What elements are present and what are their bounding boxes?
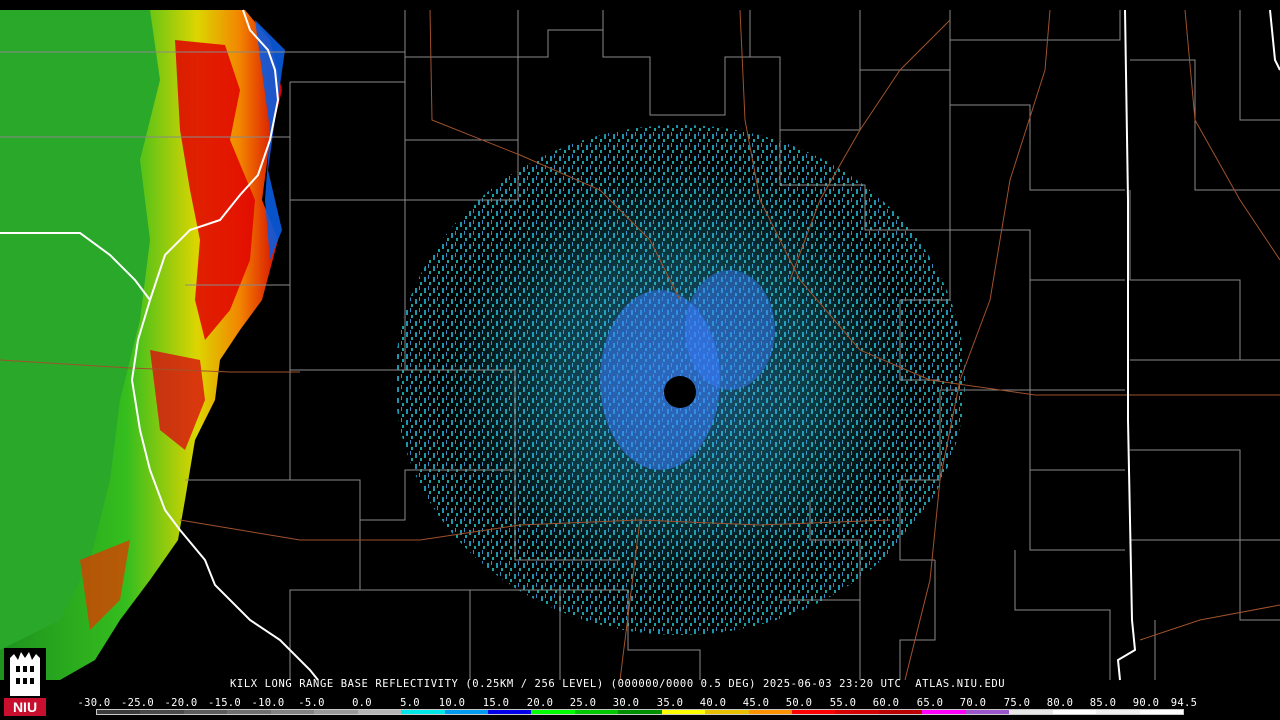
scale-label: 10.0	[438, 697, 466, 709]
scale-label: 70.0	[959, 697, 987, 709]
scale-label: 30.0	[612, 697, 640, 709]
color-bar-segment	[618, 710, 662, 714]
color-bar-segment	[531, 710, 575, 714]
color-bar-segment	[574, 710, 619, 714]
scale-label: 94.5	[1170, 697, 1198, 709]
scale-label: 80.0	[1046, 697, 1074, 709]
color-bar-segment	[965, 710, 1010, 714]
scale-label: 15.0	[482, 697, 510, 709]
scale-label: 0.0	[352, 697, 372, 709]
scale-label: -15.0	[207, 697, 242, 709]
scale-label: 5.0	[400, 697, 420, 709]
logo-text: NIU	[13, 699, 37, 715]
color-bar-segment	[487, 710, 532, 714]
color-bar-segment	[1009, 710, 1053, 714]
scale-label: 45.0	[742, 697, 770, 709]
radar-map	[0, 9, 1280, 681]
scale-label: -10.0	[251, 697, 285, 709]
color-bar-segment	[878, 710, 923, 714]
product-caption: KILX LONG RANGE BASE REFLECTIVITY (0.25K…	[230, 678, 1006, 690]
clear-air-echoes	[395, 125, 965, 635]
scale-label: 55.0	[829, 697, 857, 709]
scale-label: 20.0	[526, 697, 554, 709]
color-bar-segment	[444, 710, 488, 714]
scale-label: 75.0	[1003, 697, 1031, 709]
color-bar-segment	[314, 710, 358, 714]
color-bar-segment	[748, 710, 792, 714]
niu-logo: NIU	[4, 648, 46, 716]
scale-label: 35.0	[656, 697, 684, 709]
scale-labels: -30.0 -25.0 -20.0 -15.0 -10.0 -5.0 0.0 5…	[77, 697, 1204, 709]
scale-label: -20.0	[164, 697, 198, 709]
color-bar-segment	[705, 710, 749, 714]
reflectivity-color-bar	[96, 709, 1184, 715]
scale-label: 25.0	[569, 697, 597, 709]
color-bar-segment	[183, 710, 228, 714]
scale-label: -30.0	[77, 697, 111, 709]
color-bar-segment	[270, 710, 315, 714]
color-bar-segment	[792, 710, 836, 714]
color-bar-segment	[1096, 710, 1140, 714]
color-bar-segment	[357, 710, 402, 714]
color-bar-segment	[227, 710, 271, 714]
color-bar-segment	[922, 710, 966, 714]
scale-label: 60.0	[872, 697, 900, 709]
scale-label: 40.0	[699, 697, 727, 709]
color-bar-segment	[835, 710, 879, 714]
scale-label: -5.0	[298, 697, 325, 709]
color-bar-segment	[1139, 710, 1183, 714]
color-bar-segment	[661, 710, 706, 714]
color-bar-segment	[97, 710, 141, 714]
scale-label: 85.0	[1089, 697, 1117, 709]
color-bar-segment	[140, 710, 184, 714]
scale-label: 50.0	[785, 697, 813, 709]
color-bar-segment	[1052, 710, 1097, 714]
scale-label: 90.0	[1132, 697, 1160, 709]
color-bar-segment	[401, 710, 445, 714]
scale-label: -25.0	[120, 697, 155, 709]
scale-label: 65.0	[916, 697, 944, 709]
storm-echoes	[0, 10, 285, 680]
